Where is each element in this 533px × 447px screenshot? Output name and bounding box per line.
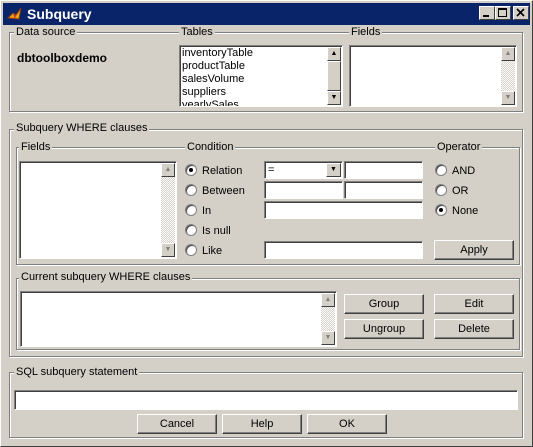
relation-value-input[interactable] [344, 161, 423, 179]
radio-icon [185, 244, 197, 256]
where-fields-scrollbar[interactable]: ▲ ▼ [161, 163, 175, 257]
table-item[interactable]: salesVolume [180, 73, 342, 86]
sql-statement-field[interactable] [14, 390, 518, 410]
relation-radio-label: Relation [202, 165, 243, 177]
apply-button[interactable]: Apply [434, 240, 514, 260]
radio-icon [435, 184, 447, 196]
close-button[interactable] [513, 6, 529, 20]
where-label: Subquery WHERE clauses [14, 122, 150, 134]
table-item[interactable]: inventoryTable [180, 47, 342, 60]
in-radio-label: In [202, 205, 212, 217]
radio-checked-icon [435, 204, 447, 216]
or-radio[interactable]: OR [435, 184, 469, 197]
relation-radio[interactable]: Relation [185, 164, 242, 177]
in-radio[interactable]: In [185, 204, 211, 217]
like-pattern-input[interactable] [264, 241, 423, 259]
radio-icon [435, 164, 447, 176]
none-radio-label: None [452, 205, 479, 217]
between-radio[interactable]: Between [185, 184, 245, 197]
subquery-window: Subquery Data source Tables Fields dbtoo… [0, 0, 533, 447]
and-radio-label: AND [452, 165, 476, 177]
between-radio-label: Between [202, 185, 245, 197]
like-radio-label: Like [202, 245, 223, 257]
maximize-button[interactable] [495, 6, 511, 20]
radio-checked-icon [185, 164, 197, 176]
minimize-button[interactable] [479, 6, 495, 20]
data-source-label: Data source [14, 26, 78, 38]
condition-label: Condition [185, 141, 236, 153]
scroll-thumb[interactable] [327, 61, 341, 91]
table-item[interactable]: suppliers [180, 86, 342, 99]
scroll-down-icon[interactable]: ▼ [501, 91, 515, 105]
ok-button[interactable]: OK [307, 414, 387, 434]
data-source-value: dbtoolboxdemo [17, 51, 107, 65]
where-fields-label: Fields [19, 141, 53, 153]
scroll-up-icon[interactable]: ▲ [161, 163, 175, 177]
title-bar: Subquery [3, 3, 530, 25]
fields-label: Fields [349, 26, 383, 38]
between-high-input[interactable] [344, 181, 423, 199]
tables-scrollbar[interactable]: ▲ ▼ [327, 47, 341, 105]
scroll-down-icon[interactable]: ▼ [327, 91, 341, 105]
chevron-down-icon[interactable]: ▼ [326, 163, 341, 177]
in-values-input[interactable] [264, 201, 423, 219]
is-null-radio-label: Is null [202, 225, 231, 237]
relation-operator-select[interactable]: = ▼ [264, 161, 343, 179]
or-radio-label: OR [452, 185, 469, 197]
tables-list-items: inventoryTable productTable salesVolume … [180, 46, 342, 106]
edit-button[interactable]: Edit [434, 294, 514, 314]
window-title: Subquery [27, 6, 92, 22]
and-radio[interactable]: AND [435, 164, 475, 177]
sql-label: SQL subquery statement [14, 366, 140, 378]
help-button[interactable]: Help [222, 414, 302, 434]
like-radio[interactable]: Like [185, 244, 222, 257]
tables-list[interactable]: inventoryTable productTable salesVolume … [179, 45, 343, 107]
group-button[interactable]: Group [344, 294, 424, 314]
delete-button[interactable]: Delete [434, 319, 514, 339]
tables-label: Tables [179, 26, 215, 38]
radio-icon [185, 184, 197, 196]
current-label: Current subquery WHERE clauses [19, 271, 193, 283]
cancel-button[interactable]: Cancel [137, 414, 217, 434]
operator-label: Operator [435, 141, 483, 153]
scroll-down-icon[interactable]: ▼ [321, 331, 335, 345]
scroll-up-icon[interactable]: ▲ [501, 47, 515, 61]
relation-operator-value: = [268, 164, 275, 176]
radio-icon [185, 224, 197, 236]
current-clauses-list[interactable]: ▲ ▼ [20, 291, 337, 347]
matlab-logo-icon [6, 6, 23, 22]
radio-icon [185, 204, 197, 216]
scroll-up-icon[interactable]: ▲ [327, 47, 341, 61]
table-item[interactable]: yearlySales [180, 99, 342, 106]
between-low-input[interactable] [264, 181, 343, 199]
scroll-down-icon[interactable]: ▼ [161, 243, 175, 257]
is-null-radio[interactable]: Is null [185, 224, 231, 237]
ungroup-button[interactable]: Ungroup [344, 319, 424, 339]
fields-list[interactable]: ▲ ▼ [349, 45, 517, 107]
scroll-up-icon[interactable]: ▲ [321, 293, 335, 307]
none-radio[interactable]: None [435, 204, 478, 217]
where-fields-list[interactable]: ▲ ▼ [19, 161, 177, 259]
current-clauses-scrollbar[interactable]: ▲ ▼ [321, 293, 335, 345]
fields-scrollbar[interactable]: ▲ ▼ [501, 47, 515, 105]
table-item[interactable]: productTable [180, 60, 342, 73]
